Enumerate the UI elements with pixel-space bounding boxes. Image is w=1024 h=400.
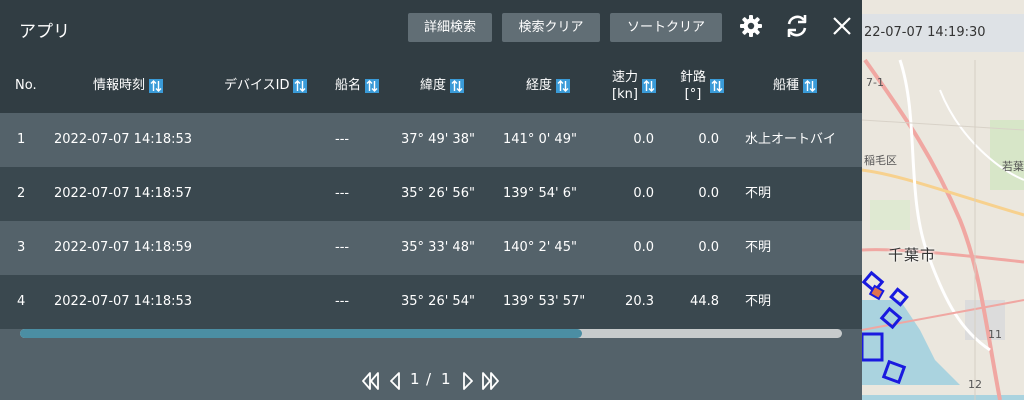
- map-timestamp: 22-07-07 14:19:30: [862, 14, 1024, 52]
- map-label: 若葉: [1002, 160, 1024, 173]
- cell-speed: 0.0: [633, 240, 654, 255]
- title-bar: アプリ 詳細検索 検索クリア ソートクリア: [0, 0, 862, 58]
- sort-icon[interactable]: [642, 78, 657, 93]
- cell-speed: 0.0: [633, 186, 654, 201]
- speed-header-label: 速力 [kn]: [612, 69, 639, 102]
- map-label: 稲毛区: [864, 154, 897, 167]
- cell-type: 不明: [745, 186, 772, 201]
- column-header-lon[interactable]: 経度: [526, 58, 571, 113]
- table-header: No. 情報時刻 デバイスID 船名 緯度 経度 速力 [kn] 針路 [°] …: [0, 58, 862, 113]
- column-header-speed[interactable]: 速力 [kn]: [612, 58, 657, 113]
- table-row[interactable]: 3 2022-07-07 14:18:59 --- 35° 33' 48" 14…: [0, 221, 862, 275]
- table-row[interactable]: 2 2022-07-07 14:18:57 --- 35° 26' 56" 13…: [0, 167, 862, 221]
- cell-time: 2022-07-07 14:18:59: [54, 240, 193, 255]
- cell-lat: 35° 26' 54": [401, 294, 475, 309]
- table-row[interactable]: 4 2022-07-07 14:18:53 --- 35° 26' 54" 13…: [0, 275, 862, 329]
- map-city-label: 千葉市: [888, 246, 937, 264]
- cell-type: 水上オートバイ: [745, 132, 837, 147]
- cell-lat: 37° 49' 38": [401, 132, 475, 147]
- cell-speed: 0.0: [633, 132, 654, 147]
- cell-no: 1: [17, 132, 26, 147]
- map-label: 12: [968, 378, 982, 391]
- cell-lon: 140° 2' 45": [503, 240, 577, 255]
- column-header-device[interactable]: デバイスID: [224, 58, 308, 113]
- column-header-course[interactable]: 針路 [°]: [680, 58, 725, 113]
- cell-course: 0.0: [698, 240, 719, 255]
- cell-lon: 139° 54' 6": [503, 186, 577, 201]
- cell-ship: ---: [335, 294, 350, 309]
- cell-type: 不明: [745, 240, 772, 255]
- cell-ship: ---: [335, 240, 350, 255]
- refresh-icon[interactable]: [783, 12, 811, 40]
- cell-no: 3: [17, 240, 26, 255]
- app-panel: アプリ 詳細検索 検索クリア ソートクリア No. 情報時刻 デバイスID 船名…: [0, 0, 862, 400]
- search-clear-button[interactable]: 検索クリア: [502, 13, 600, 42]
- cell-time: 2022-07-07 14:18:53: [54, 132, 193, 147]
- column-header-type[interactable]: 船種: [773, 58, 818, 113]
- sort-clear-button[interactable]: ソートクリア: [610, 13, 722, 42]
- page-current: 1: [410, 370, 420, 388]
- column-header-time[interactable]: 情報時刻: [93, 58, 164, 113]
- cell-type: 不明: [745, 294, 772, 309]
- sort-icon[interactable]: [365, 78, 380, 93]
- last-page-icon[interactable]: [481, 370, 501, 392]
- prev-page-icon[interactable]: [385, 370, 405, 392]
- cell-time: 2022-07-07 14:18:57: [54, 186, 193, 201]
- sort-icon[interactable]: [710, 78, 725, 93]
- cell-speed: 20.3: [625, 294, 654, 309]
- cell-time: 2022-07-07 14:18:53: [54, 294, 193, 309]
- map-label: 7-1: [866, 76, 884, 89]
- cell-course: 44.8: [690, 294, 719, 309]
- page-total: 1: [441, 370, 451, 388]
- cell-no: 4: [17, 294, 26, 309]
- table-row[interactable]: 1 2022-07-07 14:18:53 --- 37° 49' 38" 14…: [0, 113, 862, 167]
- cell-course: 0.0: [698, 186, 719, 201]
- cell-ship: ---: [335, 132, 350, 147]
- column-header-ship[interactable]: 船名: [335, 58, 380, 113]
- map-label: 11: [988, 328, 1002, 341]
- cell-lat: 35° 26' 56": [401, 186, 475, 201]
- column-header-no: No.: [15, 78, 37, 93]
- gear-icon[interactable]: [737, 12, 765, 40]
- app-title: アプリ: [19, 22, 70, 42]
- cell-no: 2: [17, 186, 26, 201]
- scrollbar-thumb[interactable]: [20, 329, 582, 338]
- horizontal-scrollbar[interactable]: [20, 329, 842, 338]
- sort-icon[interactable]: [556, 78, 571, 93]
- sort-icon[interactable]: [149, 78, 164, 93]
- cell-lon: 141° 0' 49": [503, 132, 577, 147]
- page-separator: /: [426, 370, 432, 388]
- column-header-lat[interactable]: 緯度: [420, 58, 465, 113]
- cell-ship: ---: [335, 186, 350, 201]
- close-icon[interactable]: [828, 12, 856, 40]
- first-page-icon[interactable]: [360, 370, 380, 392]
- next-page-icon[interactable]: [458, 370, 478, 392]
- cell-lon: 139° 53' 57": [503, 294, 586, 309]
- cell-lat: 35° 33' 48": [401, 240, 475, 255]
- cell-course: 0.0: [698, 132, 719, 147]
- detail-search-button[interactable]: 詳細検索: [408, 13, 492, 42]
- sort-icon[interactable]: [803, 78, 818, 93]
- sort-icon[interactable]: [450, 78, 465, 93]
- course-header-label: 針路 [°]: [680, 69, 707, 102]
- sort-icon[interactable]: [293, 78, 308, 93]
